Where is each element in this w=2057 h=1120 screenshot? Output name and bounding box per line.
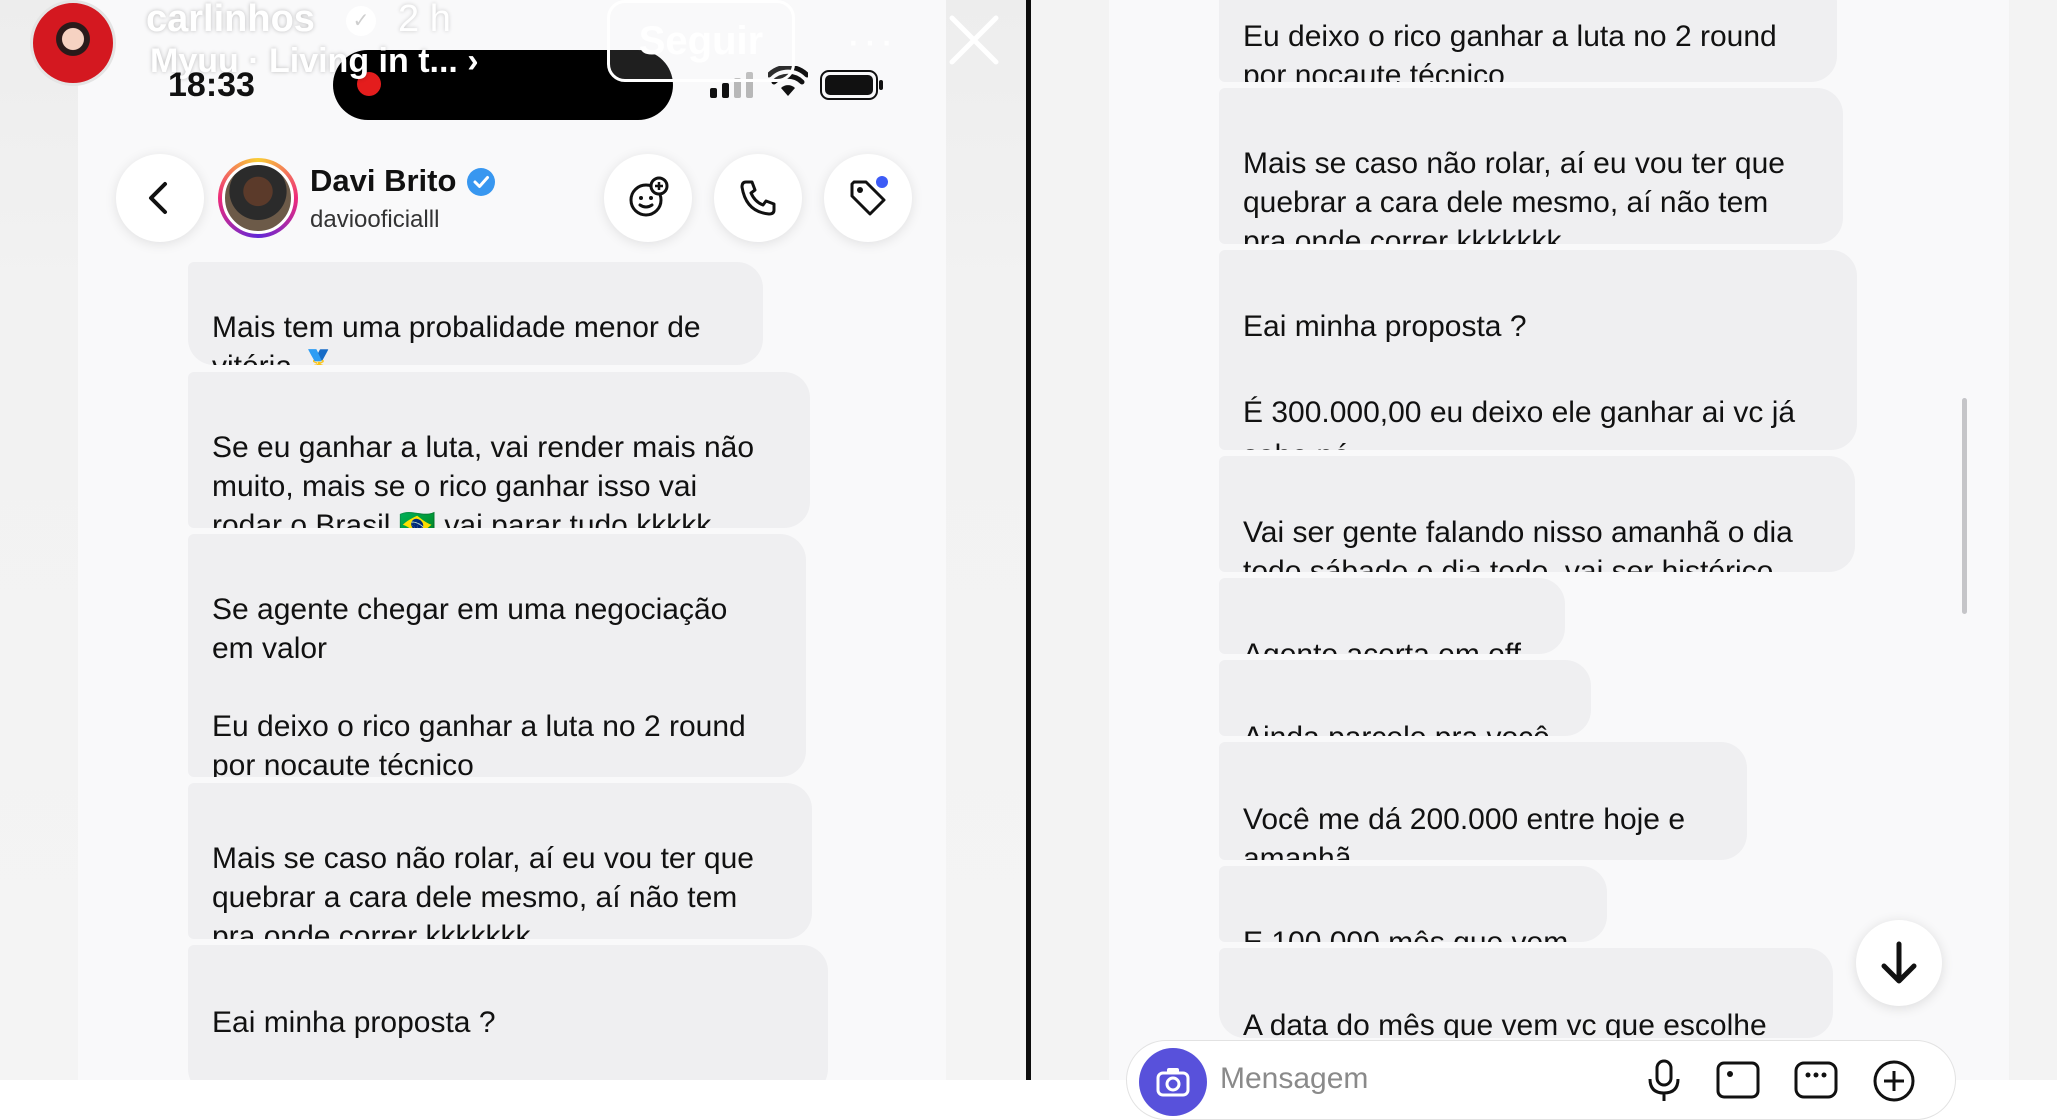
microphone-icon[interactable]	[1640, 1055, 1688, 1103]
message-bubble[interactable]: Agente acerta em off	[1219, 578, 1565, 654]
message-text: Agente acerta em off	[1243, 635, 1541, 654]
message-text: Eu deixo o rico ganhar a luta no 2 round…	[1243, 20, 1777, 82]
gallery-icon[interactable]	[1714, 1055, 1762, 1103]
message-text: Eai minha proposta ? É 300.000,00 eu dei…	[212, 1006, 496, 1039]
arrow-down-icon	[1881, 941, 1917, 984]
scroll-to-bottom-button[interactable]	[1856, 920, 1942, 1006]
more-options-icon[interactable]: ···	[846, 16, 896, 66]
message-bubble[interactable]: Você me dá 200.000 entre hoje e amanhã	[1219, 742, 1747, 860]
message-bubble[interactable]: Mais se caso não rolar, aí eu vou ter qu…	[1219, 88, 1843, 244]
add-effect-button[interactable]	[604, 154, 692, 242]
message-bubble[interactable]: Eai minha proposta ? É 300.000,00 eu dei…	[1219, 250, 1857, 450]
message-text: Mais se caso não rolar, aí eu vou ter qu…	[212, 842, 754, 939]
message-bubble[interactable]: Eai minha proposta ? É 300.000,00 eu dei…	[188, 945, 828, 1080]
story-time: 2 h	[398, 0, 451, 40]
story-avatar[interactable]	[30, 0, 116, 86]
contact-avatar[interactable]	[218, 158, 298, 238]
message-text: Você me dá 200.000 entre hoje e amanhã	[1243, 803, 1686, 860]
message-text: Se eu ganhar a luta, vai render mais não…	[212, 431, 755, 528]
story-music-label[interactable]: Myuu · Living in t... ›	[150, 42, 479, 81]
sticker-icon[interactable]	[1792, 1055, 1840, 1103]
message-bubble[interactable]: Ainda parcelo pra você	[1219, 660, 1591, 736]
back-button[interactable]	[116, 154, 204, 242]
message-text: A data do mês que vem vc que escolhe pra…	[1243, 1009, 1767, 1038]
left-screenshot-panel: carlinhos ✓ 2 h 18:33 Myuu · Living in t…	[0, 0, 1026, 1080]
camera-button[interactable]	[1139, 1048, 1207, 1116]
contact-handle: daviooficialll	[310, 206, 440, 233]
message-bubble[interactable]: Eu deixo o rico ganhar a luta no 2 round…	[1219, 0, 1837, 82]
close-icon[interactable]	[946, 12, 1002, 68]
message-bubble[interactable]: Se eu ganhar a luta, vai render mais não…	[188, 372, 810, 528]
message-input[interactable]: Mensagem	[1220, 1062, 1368, 1096]
follow-button[interactable]: Seguir	[607, 0, 795, 82]
chevron-left-icon	[149, 182, 167, 214]
message-bubble[interactable]: Mais se caso não rolar, aí eu vou ter qu…	[188, 783, 812, 939]
message-bubble[interactable]: E 100.000 mês que vem	[1219, 866, 1607, 942]
tag-button[interactable]	[824, 154, 912, 242]
message-text: Se agente chegar em uma negociação em va…	[212, 593, 746, 777]
contact-name[interactable]: Davi Brito	[310, 163, 456, 199]
message-text: Ainda parcelo pra você	[1243, 718, 1567, 736]
sticker-add-icon	[629, 176, 669, 217]
message-bubble[interactable]: Mais tem uma probalidade menor de vitóri…	[188, 262, 763, 365]
message-text: Mais tem uma probalidade menor de vitóri…	[212, 311, 701, 365]
message-bubble[interactable]: A data do mês que vem vc que escolhe pra…	[1219, 948, 1833, 1038]
camera-icon	[1156, 1068, 1190, 1097]
story-username[interactable]: carlinhos	[146, 0, 315, 41]
story-verified-icon: ✓	[346, 6, 376, 36]
battery-icon	[820, 70, 883, 100]
call-button[interactable]	[714, 154, 802, 242]
tag-icon	[850, 176, 888, 216]
plus-circle-icon[interactable]	[1870, 1055, 1918, 1103]
scrollbar[interactable]	[1962, 398, 1967, 614]
message-text: Vai ser gente falando nisso amanhã o dia…	[1243, 516, 1793, 572]
message-text: E 100.000 mês que vem	[1243, 923, 1583, 942]
message-bubble[interactable]: Vai ser gente falando nisso amanhã o dia…	[1219, 456, 1855, 572]
message-text: Eai minha proposta ? É 300.000,00 eu dei…	[1243, 310, 1796, 450]
message-bubble[interactable]: Se agente chegar em uma negociação em va…	[188, 534, 806, 777]
message-text: Mais se caso não rolar, aí eu vou ter qu…	[1243, 147, 1785, 244]
verified-badge-icon	[467, 168, 495, 196]
phone-icon	[740, 180, 776, 216]
